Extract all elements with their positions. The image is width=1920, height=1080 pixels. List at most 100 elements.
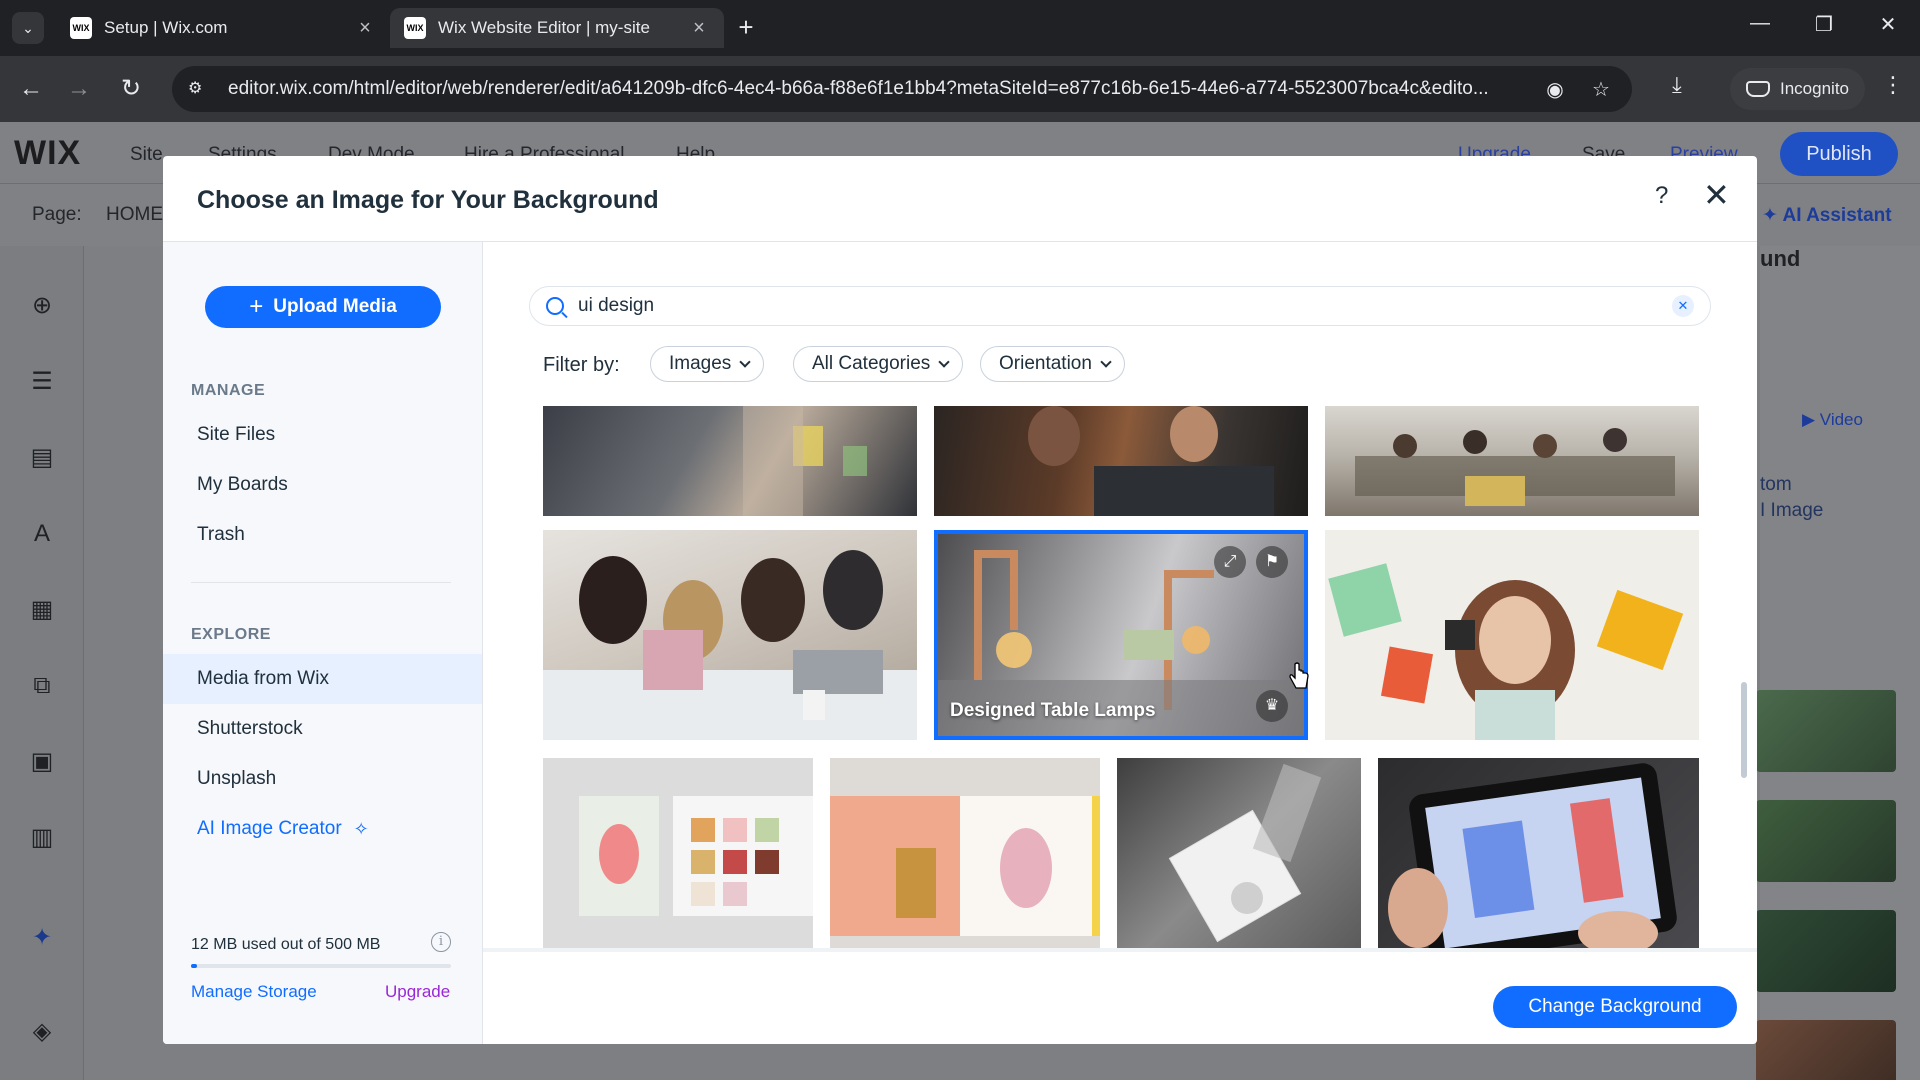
restore-window-icon[interactable]: ❐ bbox=[1804, 12, 1844, 37]
plus-icon: + bbox=[249, 293, 264, 320]
bookmark-icon[interactable]: ⚑ bbox=[1256, 546, 1288, 578]
hand-cursor-icon bbox=[1289, 662, 1309, 689]
media-icon[interactable]: ▣ bbox=[26, 746, 58, 778]
filter-images-label: Images bbox=[669, 353, 732, 374]
image-result-degree-card[interactable] bbox=[1117, 758, 1361, 952]
upload-media-button[interactable]: + Upload Media bbox=[205, 286, 441, 328]
site-info-tune-icon[interactable]: ⚙ bbox=[188, 78, 210, 100]
right-panel-video-option[interactable]: ▶ Video bbox=[1802, 410, 1863, 430]
expand-icon[interactable]: ⤢ bbox=[1214, 546, 1246, 578]
background-thumbnail[interactable] bbox=[1756, 1020, 1896, 1080]
sidebar-item-media-from-wix[interactable]: Media from Wix bbox=[163, 654, 482, 704]
filter-categories-dropdown[interactable]: All Categories bbox=[793, 346, 964, 382]
image-results-grid: ⤢ ⚑ ♛ Designed Table Lamps bbox=[483, 402, 1757, 952]
explore-heading: EXPLORE bbox=[191, 626, 271, 643]
manage-heading: MANAGE bbox=[191, 382, 266, 399]
minimize-window-icon[interactable]: — bbox=[1740, 12, 1780, 35]
ai-sparkle-icon[interactable]: ✦ bbox=[26, 922, 58, 954]
close-tab-icon[interactable]: × bbox=[354, 17, 376, 40]
storage-progress-bar bbox=[191, 964, 451, 968]
background-thumbnail[interactable] bbox=[1756, 910, 1896, 992]
bookmark-star-icon[interactable]: ☆ bbox=[1586, 77, 1616, 102]
search-icon bbox=[546, 297, 564, 315]
sidebar-item-unsplash[interactable]: Unsplash bbox=[163, 754, 482, 804]
chevron-down-icon bbox=[739, 355, 751, 368]
background-thumbnail[interactable] bbox=[1756, 800, 1896, 882]
wix-favicon-icon: WIX bbox=[70, 17, 92, 39]
sidebar-item-my-boards[interactable]: My Boards bbox=[163, 460, 482, 510]
browser-tab-setup[interactable]: WIX Setup | Wix.com × bbox=[56, 8, 390, 48]
close-tab-icon[interactable]: × bbox=[688, 17, 710, 40]
tab-search-chevron-icon[interactable]: ⌄ bbox=[12, 12, 44, 44]
url-text: editor.wix.com/html/editor/web/renderer/… bbox=[228, 78, 1489, 99]
search-input[interactable] bbox=[578, 295, 1672, 317]
image-photo-graphic bbox=[1388, 763, 1677, 952]
premium-crown-icon[interactable]: ♛ bbox=[1256, 690, 1288, 722]
wix-logo: WIX bbox=[14, 134, 82, 172]
image-photo-graphic bbox=[1028, 406, 1274, 516]
download-icon[interactable]: ⤓ bbox=[1672, 72, 1682, 98]
cms-icon[interactable]: ▥ bbox=[26, 822, 58, 854]
media-content: ✕ Filter by: Images All Categories Orien… bbox=[483, 242, 1757, 1044]
add-elements-icon[interactable]: ⊕ bbox=[26, 290, 58, 322]
image-result-office-meeting[interactable] bbox=[1325, 406, 1699, 516]
new-tab-plus-icon[interactable]: + bbox=[732, 14, 760, 42]
sidebar-item-trash[interactable]: Trash bbox=[163, 510, 482, 560]
right-panel-ai-image-text[interactable]: I Image bbox=[1760, 500, 1823, 522]
image-photo-graphic bbox=[1328, 563, 1684, 740]
image-result-team-laptop[interactable] bbox=[934, 406, 1308, 516]
pages-icon[interactable]: ▤ bbox=[26, 442, 58, 474]
ai-assistant-label: AI Assistant bbox=[1782, 205, 1892, 226]
upgrade-storage-link[interactable]: Upgrade bbox=[385, 982, 450, 1002]
sidebar-item-shutterstock[interactable]: Shutterstock bbox=[163, 704, 482, 754]
image-result-fashion-website-mockup[interactable] bbox=[830, 758, 1100, 952]
upload-media-label: Upload Media bbox=[273, 296, 397, 317]
manage-storage-link[interactable]: Manage Storage bbox=[191, 982, 317, 1002]
filter-by-label: Filter by: bbox=[543, 354, 620, 376]
sidebar-item-site-files[interactable]: Site Files bbox=[163, 410, 482, 460]
filter-images-dropdown[interactable]: Images bbox=[650, 346, 765, 382]
sparkle-icon: ✧ bbox=[353, 818, 369, 839]
results-scrollbar[interactable] bbox=[1741, 682, 1747, 778]
sections-icon[interactable]: ☰ bbox=[26, 366, 58, 398]
image-result-women-planning[interactable] bbox=[543, 530, 917, 740]
business-tools-icon[interactable]: ⧉ bbox=[26, 670, 58, 702]
incognito-label: Incognito bbox=[1780, 79, 1849, 98]
info-icon[interactable]: i bbox=[431, 932, 451, 952]
editor-page-name[interactable]: HOME bbox=[106, 204, 163, 226]
incognito-badge[interactable]: Incognito bbox=[1730, 68, 1865, 110]
browser-menu-kebab-icon[interactable]: ⋮ bbox=[1882, 72, 1904, 98]
forward-arrow-icon[interactable]: → bbox=[62, 72, 96, 106]
close-icon[interactable]: ✕ bbox=[1703, 176, 1730, 214]
storage-progress-fill bbox=[191, 964, 198, 968]
image-result-woman-flatlay[interactable] bbox=[1325, 530, 1699, 740]
change-background-button[interactable]: Change Background bbox=[1493, 986, 1737, 1028]
sidebar-divider bbox=[191, 582, 451, 583]
back-arrow-icon[interactable]: ← bbox=[14, 72, 48, 106]
image-result-food-website-mockup[interactable] bbox=[543, 758, 813, 952]
address-bar[interactable]: ⚙ editor.wix.com/html/editor/web/rendere… bbox=[172, 66, 1632, 112]
editor-publish-button[interactable]: Publish bbox=[1780, 132, 1898, 176]
editor-ai-assistant[interactable]: ✦ AI Assistant bbox=[1762, 204, 1892, 227]
filter-orientation-dropdown[interactable]: Orientation bbox=[980, 346, 1125, 382]
design-icon[interactable]: A bbox=[26, 518, 58, 550]
editor-menu-site[interactable]: Site bbox=[130, 144, 163, 166]
sidebar-item-ai-image-creator[interactable]: AI Image Creator ✧ bbox=[163, 804, 482, 854]
reload-icon[interactable]: ↻ bbox=[114, 72, 148, 106]
search-bar: ✕ bbox=[529, 286, 1711, 326]
image-photo-graphic bbox=[1355, 428, 1675, 506]
background-thumbnail[interactable] bbox=[1756, 690, 1896, 772]
close-window-icon[interactable]: ✕ bbox=[1868, 12, 1908, 37]
help-icon[interactable]: ? bbox=[1655, 182, 1668, 210]
eye-off-icon[interactable]: ◉ bbox=[1540, 77, 1570, 102]
layers-icon[interactable]: ◈ bbox=[26, 1016, 58, 1048]
browser-toolbar: ← → ↻ ⚙ editor.wix.com/html/editor/web/r… bbox=[0, 56, 1920, 122]
ai-image-creator-label: AI Image Creator bbox=[197, 818, 342, 839]
image-result-tablet-drawing[interactable] bbox=[1378, 758, 1699, 952]
image-result-designed-table-lamps[interactable]: ⤢ ⚑ ♛ Designed Table Lamps bbox=[934, 530, 1308, 740]
image-result-sticky-notes[interactable] bbox=[543, 406, 917, 516]
apps-icon[interactable]: ▦ bbox=[26, 594, 58, 626]
clear-search-icon[interactable]: ✕ bbox=[1672, 295, 1694, 317]
filter-categories-label: All Categories bbox=[812, 353, 931, 374]
browser-tab-editor[interactable]: WIX Wix Website Editor | my-site × bbox=[390, 8, 724, 48]
